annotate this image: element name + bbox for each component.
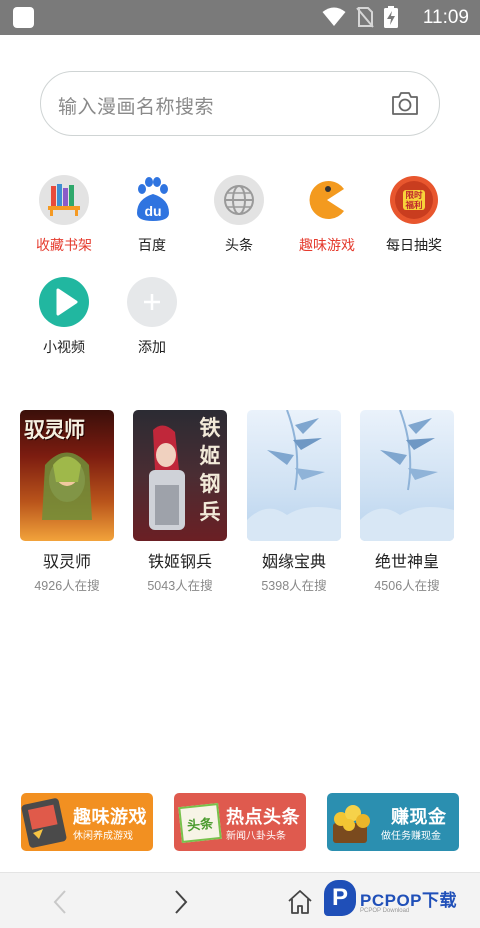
headline-tag-icon: 头条: [178, 803, 222, 843]
shortcut-label: 百度: [138, 237, 166, 253]
comic-title: 绝世神皇: [374, 554, 439, 571]
comic-title: 驭灵师: [42, 554, 91, 571]
shortcut-baidu[interactable]: du 百度: [112, 175, 192, 255]
search-placeholder: 输入漫画名称搜索: [58, 97, 215, 118]
comic-placeholder-cover: [247, 410, 341, 541]
globe-icon: [214, 175, 264, 225]
comic-title: 铁姬钢兵: [147, 554, 212, 571]
banner-title: 热点头条: [226, 807, 300, 827]
comic-cover: 铁姬钢兵: [133, 410, 227, 541]
shortcut-label: 头条: [225, 237, 253, 253]
status-bar: 11:09: [0, 0, 480, 35]
banner-games[interactable]: 趣味游戏 休闲养成游戏: [21, 793, 153, 851]
shortcut-toutiao[interactable]: 头条: [199, 175, 279, 255]
comic-placeholder-cover: [360, 410, 454, 541]
battery-charging-icon: [384, 6, 398, 28]
shortcut-bookshelf[interactable]: 收藏书架: [24, 175, 104, 255]
no-sim-icon: [356, 7, 374, 28]
banner-subtitle: 休闲养成游戏: [73, 831, 133, 842]
banner-earn-cash[interactable]: 赚现金 做任务赚现金: [327, 793, 459, 851]
bookshelf-icon: [39, 175, 89, 225]
comic-item[interactable]: 姻缘宝典 5398人在搜: [247, 410, 341, 594]
home-icon[interactable]: [285, 887, 315, 917]
game-console-icon: [21, 798, 67, 848]
play-icon: [39, 277, 89, 327]
lottery-badge: 限时福利: [405, 190, 423, 210]
cover-title: 驭灵师: [24, 417, 85, 442]
bottom-navigation: P PCPOP下载 PCPOP Download: [0, 872, 480, 928]
banner-subtitle: 做任务赚现金: [381, 831, 441, 842]
forward-arrow-icon[interactable]: [165, 887, 195, 917]
shortcut-label: 收藏书架: [36, 237, 92, 253]
shortcut-label: 小视频: [43, 339, 85, 355]
svg-text:du: du: [144, 203, 161, 219]
comic-item[interactable]: 驭灵师 驭灵师 4926人在搜: [20, 410, 114, 594]
headline-tag: 头条: [186, 815, 214, 833]
baidu-paw-icon: du: [127, 175, 177, 225]
plus-icon: [127, 277, 177, 327]
watermark-logo-icon: P: [324, 880, 356, 916]
status-time: 11:09: [422, 7, 469, 28]
comic-item[interactable]: 铁姬钢兵 铁姬钢兵 5043人在搜: [133, 410, 227, 594]
watermark: P PCPOP下载 PCPOP Download: [324, 876, 480, 926]
shortcut-label: 每日抽奖: [386, 237, 442, 253]
camera-icon[interactable]: [391, 90, 419, 116]
wifi-icon: [322, 7, 346, 26]
banner-headlines[interactable]: 头条 热点头条 新闻八卦头条: [174, 793, 306, 851]
shortcut-lottery[interactable]: 限时福利 每日抽奖: [374, 175, 454, 255]
shortcut-add[interactable]: 添加: [112, 277, 192, 357]
coins-icon: [333, 805, 370, 843]
cover-title: 铁姬钢兵: [199, 415, 221, 524]
comic-search-count: 4506人在搜: [374, 579, 440, 593]
shortcut-label: 添加: [138, 339, 166, 355]
banner-title: 赚现金: [391, 807, 447, 827]
comic-item[interactable]: 绝世神皇 4506人在搜: [360, 410, 454, 594]
banner-title: 趣味游戏: [73, 807, 147, 827]
status-icons: [322, 6, 398, 28]
back-arrow-icon[interactable]: [46, 887, 76, 917]
lottery-wheel-icon: 限时福利: [389, 175, 439, 225]
watermark-logo: P: [331, 884, 348, 911]
watermark-subtext: PCPOP Download: [360, 908, 410, 914]
comic-search-count: 5043人在搜: [147, 579, 213, 593]
comic-title: 姻缘宝典: [261, 554, 326, 571]
shortcut-games[interactable]: 趣味游戏: [287, 175, 367, 255]
pacman-icon: [302, 175, 352, 225]
comic-search-count: 5398人在搜: [261, 579, 327, 593]
banner-subtitle: 新闻八卦头条: [226, 831, 286, 842]
search-input[interactable]: 输入漫画名称搜索: [40, 71, 440, 136]
app-notification-icon: [13, 7, 34, 28]
shortcut-label: 趣味游戏: [299, 237, 355, 253]
shortcut-short-video[interactable]: 小视频: [24, 277, 104, 357]
comic-cover: 驭灵师: [20, 410, 114, 541]
comic-search-count: 4926人在搜: [34, 579, 100, 593]
